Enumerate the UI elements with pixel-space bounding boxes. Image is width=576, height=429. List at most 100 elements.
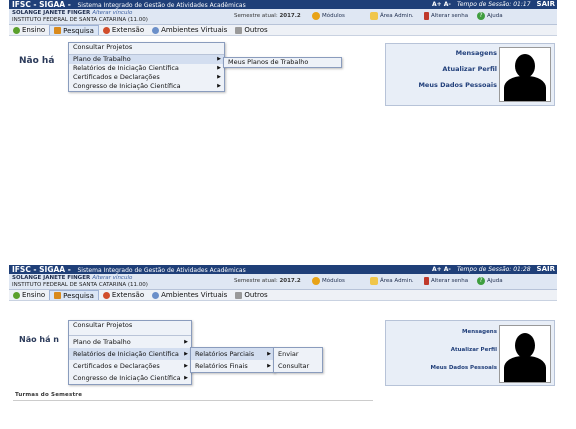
institution: INSTITUTO FEDERAL DE SANTA CATARINA (11.… <box>12 281 148 288</box>
pesquisa-icon <box>54 27 62 34</box>
submenu-arrow-icon: ▶ <box>184 339 188 345</box>
menu-ambientes-virtuais[interactable]: Ambientes Virtuais <box>148 25 231 35</box>
empty-notice: Não há n <box>19 335 59 344</box>
modules-icon <box>312 12 320 20</box>
update-profile-link[interactable]: Atualizar Perfil <box>442 65 497 73</box>
modules-link[interactable]: Módulos <box>312 277 345 285</box>
menu-item-relatorios[interactable]: Relatórios de Iniciação Científica ▶ <box>69 64 224 73</box>
update-profile-link[interactable]: Atualizar Perfil <box>451 347 497 353</box>
menu-ambientes-virtuais[interactable]: Ambientes Virtuais <box>148 290 231 300</box>
menu-item-congresso[interactable]: Congresso de Iniciação Científica ▶ <box>69 372 191 384</box>
menu-pesquisa[interactable]: Pesquisa <box>49 290 99 300</box>
user-info-bar: SOLANGE JANETE FINGER Alterar vínculo INS… <box>9 9 557 25</box>
main-menu: Ensino Pesquisa Extensão Ambientes Virtu… <box>9 290 557 301</box>
header-right: A+ A- Tempo de Sessão: 01:28 SAIR <box>432 265 555 274</box>
user-info: SOLANGE JANETE FINGER Alterar vínculo INS… <box>12 275 148 288</box>
section-divider <box>13 400 373 401</box>
menu-item-meus-planos[interactable]: Meus Planos de Trabalho <box>224 58 341 67</box>
folder-icon <box>370 277 378 285</box>
avatar <box>499 47 551 102</box>
session-timer: Tempo de Sessão: 01:17 <box>456 1 531 8</box>
extensao-icon <box>102 291 110 299</box>
screenshot-1: IFSC - SIGAA - Sistema Integrado de Gest… <box>9 0 557 136</box>
user-sidebar: Mensagens Atualizar Perfil Meus Dados Pe… <box>385 43 555 106</box>
change-password-link[interactable]: Alterar senha <box>424 277 468 285</box>
avatar <box>499 325 551 383</box>
submenu-arrow-icon: ▶ <box>184 363 188 369</box>
menu-item-certificados[interactable]: Certificados e Declarações ▶ <box>69 360 191 372</box>
logout-link[interactable]: SAIR <box>537 0 555 9</box>
help-link[interactable]: ? Ajuda <box>477 12 503 20</box>
messages-link[interactable]: Mensagens <box>462 329 497 335</box>
current-semester: Semestre atual: 2017.2 <box>234 13 301 19</box>
ensino-icon <box>13 26 20 34</box>
help-icon: ? <box>477 277 485 285</box>
key-icon <box>424 12 429 20</box>
admin-area-link[interactable]: Área Admin. <box>370 277 414 285</box>
change-password-link[interactable]: Alterar senha <box>424 12 468 20</box>
user-info-bar: SOLANGE JANETE FINGER Alterar vínculo INS… <box>9 274 557 290</box>
menu-extensao[interactable]: Extensão <box>99 25 148 35</box>
menu-ensino[interactable]: Ensino <box>9 25 49 35</box>
current-semester: Semestre atual: 2017.2 <box>234 278 301 284</box>
messages-link[interactable]: Mensagens <box>456 49 497 57</box>
empty-notice: Não há <box>19 56 55 66</box>
menu-item-relatorios-finais[interactable]: Relatórios Finais ▶ <box>191 360 274 372</box>
top-header: IFSC - SIGAA - Sistema Integrado de Gest… <box>9 265 557 274</box>
ensino-icon <box>13 291 20 299</box>
plano-submenu: Meus Planos de Trabalho <box>223 57 342 68</box>
modules-link[interactable]: Módulos <box>312 12 345 20</box>
pesquisa-dropdown: Consultar Projetos Plano de Trabalho ▶ Re… <box>68 42 225 92</box>
screenshot-2: IFSC - SIGAA - Sistema Integrado de Gest… <box>9 265 557 429</box>
ambientes-icon <box>152 26 160 34</box>
menu-ensino[interactable]: Ensino <box>9 290 49 300</box>
menu-extensao[interactable]: Extensão <box>99 290 148 300</box>
header-right: A+ A- Tempo de Sessão: 01:17 SAIR <box>432 0 555 9</box>
change-bond-link[interactable]: Alterar vínculo <box>92 275 132 281</box>
font-size-controls[interactable]: A+ A- <box>432 0 451 9</box>
user-name: SOLANGE JANETE FINGER <box>12 10 91 16</box>
personal-data-link[interactable]: Meus Dados Pessoais <box>431 365 497 371</box>
menu-item-consultar-projetos[interactable]: Consultar Projetos <box>69 43 224 55</box>
help-link[interactable]: ? Ajuda <box>477 277 503 285</box>
session-time-value: 01:17 <box>513 1 531 8</box>
menu-item-plano-de-trabalho[interactable]: Plano de Trabalho ▶ <box>69 55 224 64</box>
key-icon <box>424 277 429 285</box>
parciais-submenu: Enviar Consultar <box>273 347 323 373</box>
personal-data-link[interactable]: Meus Dados Pessoais <box>418 81 497 89</box>
ambientes-icon <box>152 291 160 299</box>
menu-item-relatorios[interactable]: Relatórios de Iniciação Científica ▶ <box>69 348 191 360</box>
main-menu: Ensino Pesquisa Extensão Ambientes Virtu… <box>9 25 557 36</box>
menu-outros[interactable]: Outros <box>231 25 271 35</box>
menu-item-enviar[interactable]: Enviar <box>274 348 322 360</box>
modules-icon <box>312 277 320 285</box>
submenu-arrow-icon: ▶ <box>184 351 188 357</box>
menu-item-consultar-projetos[interactable]: Consultar Projetos <box>69 321 191 336</box>
help-icon: ? <box>477 12 485 20</box>
submenu-arrow-icon: ▶ <box>217 83 221 89</box>
change-bond-link[interactable]: Alterar vínculo <box>92 10 132 16</box>
submenu-arrow-icon: ▶ <box>267 363 271 369</box>
menu-item-certificados[interactable]: Certificados e Declarações ▶ <box>69 73 224 82</box>
logout-link[interactable]: SAIR <box>537 265 555 274</box>
font-size-controls[interactable]: A+ A- <box>432 265 451 274</box>
menu-item-congresso[interactable]: Congresso de Iniciação Científica ▶ <box>69 82 224 91</box>
menu-item-consultar[interactable]: Consultar <box>274 360 322 372</box>
pesquisa-dropdown: Consultar Projetos Plano de Trabalho ▶ Re… <box>68 320 192 385</box>
menu-pesquisa[interactable]: Pesquisa <box>49 25 99 35</box>
outros-icon <box>235 291 243 299</box>
submenu-arrow-icon: ▶ <box>217 56 221 62</box>
admin-area-link[interactable]: Área Admin. <box>370 12 414 20</box>
institution: INSTITUTO FEDERAL DE SANTA CATARINA (11.… <box>12 16 148 23</box>
menu-item-plano-de-trabalho[interactable]: Plano de Trabalho ▶ <box>69 336 191 348</box>
menu-outros[interactable]: Outros <box>231 290 271 300</box>
outros-icon <box>235 26 243 34</box>
submenu-arrow-icon: ▶ <box>217 65 221 71</box>
menu-item-relatorios-parciais[interactable]: Relatórios Parciais ▶ <box>191 348 274 360</box>
folder-icon <box>370 12 378 20</box>
session-time-value: 01:28 <box>513 266 531 273</box>
user-sidebar: Mensagens Atualizar Perfil Meus Dados Pe… <box>385 320 555 386</box>
extensao-icon <box>102 26 110 34</box>
session-timer: Tempo de Sessão: 01:28 <box>456 266 531 273</box>
relatorios-submenu: Relatórios Parciais ▶ Relatórios Finais ▶ <box>190 347 275 373</box>
